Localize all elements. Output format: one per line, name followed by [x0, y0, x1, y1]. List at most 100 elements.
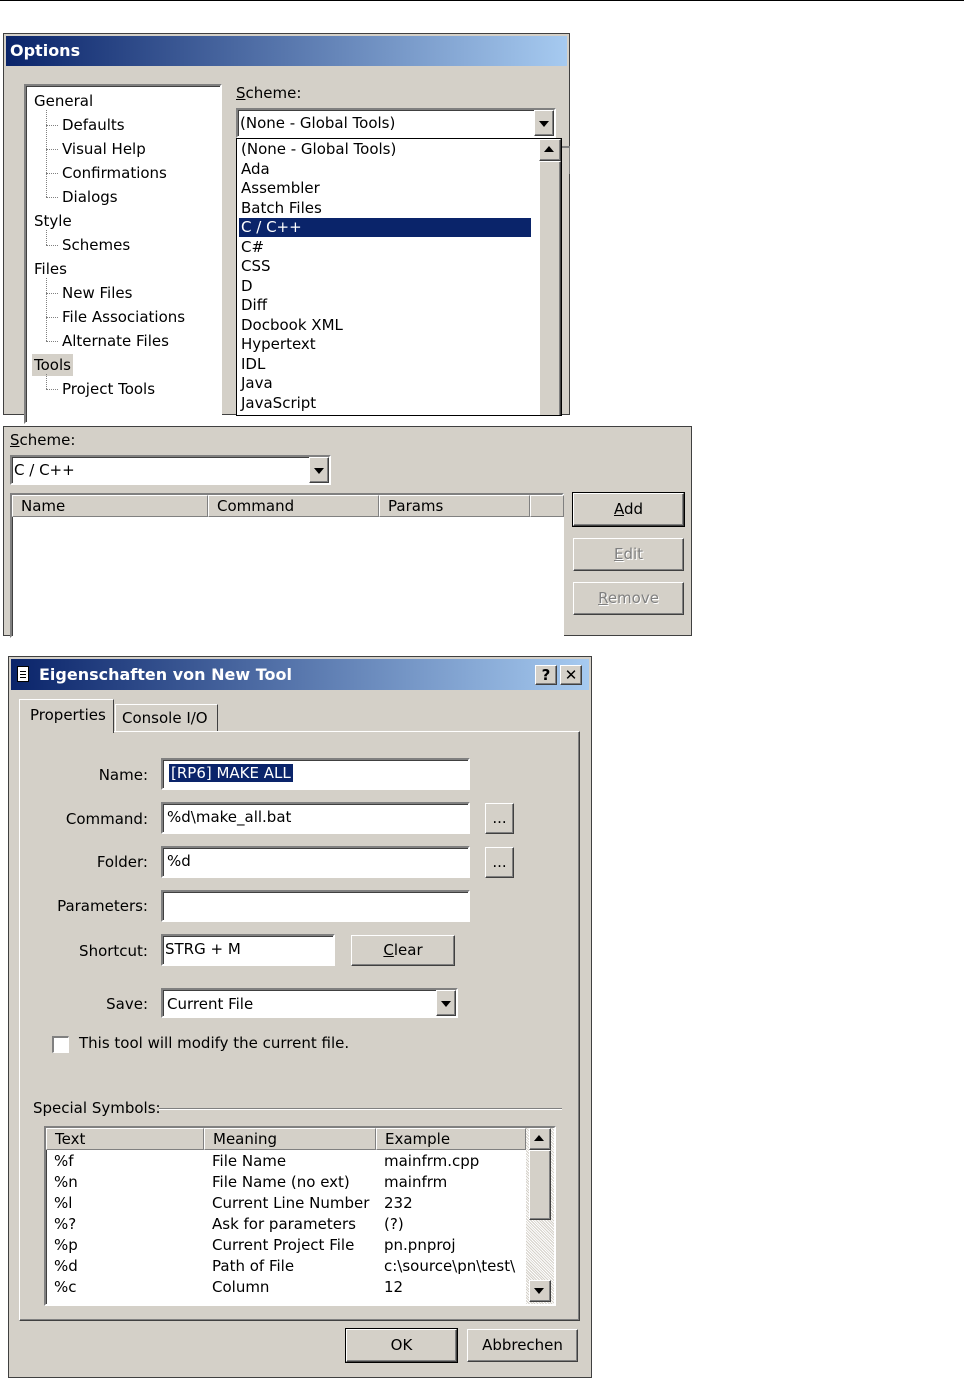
command-browse-button[interactable]: ... [485, 803, 514, 834]
modify-checkbox-label[interactable]: This tool will modify the current file. [79, 1034, 349, 1052]
scroll-thumb[interactable] [529, 1150, 551, 1220]
edit-button[interactable]: Edit [573, 538, 684, 571]
symbol-cell-meaning: Current Project File [212, 1236, 355, 1254]
remove-button[interactable]: Remove [573, 582, 684, 615]
tab-properties[interactable]: Properties [19, 699, 114, 733]
tree-connector [46, 278, 47, 341]
scheme-option[interactable]: Diff [239, 296, 531, 315]
tree-connector [46, 374, 47, 389]
scheme-option[interactable]: (None - Global Tools) [239, 140, 531, 159]
tree-item[interactable]: General [34, 90, 93, 112]
tree-connector [46, 341, 58, 342]
scroll-up-button[interactable] [539, 139, 561, 161]
tree-item[interactable]: Tools [32, 354, 73, 376]
options-scheme-combo[interactable]: (None - Global Tools) [236, 108, 556, 138]
command-label: Command: [65, 810, 148, 828]
tree-connector [46, 230, 47, 245]
tree-connector [46, 245, 58, 246]
options-titlebar[interactable]: Options [6, 36, 567, 66]
tab-console-io[interactable]: Console I/O [115, 704, 218, 732]
save-dropdown-button[interactable] [436, 990, 456, 1016]
document-icon [17, 666, 29, 682]
properties-titlebar[interactable]: Eigenschaften von New Tool ? ✕ [11, 659, 589, 690]
scroll-thumb[interactable] [539, 161, 561, 415]
special-symbols-divider [159, 1108, 562, 1110]
symbol-cell-meaning: Column [212, 1278, 270, 1296]
shortcut-value: STRG + M [165, 940, 241, 958]
tree-item[interactable]: Defaults [62, 114, 125, 136]
options-right-panel-edge-v [569, 146, 570, 174]
tree-item[interactable]: New Files [62, 282, 132, 304]
tools-list[interactable]: Name Command Params [10, 493, 564, 638]
name-value: [RP6] MAKE ALL [169, 764, 293, 782]
tree-item[interactable]: Confirmations [62, 162, 167, 184]
help-button[interactable]: ? [535, 665, 557, 685]
chevron-down-icon [441, 1001, 451, 1007]
symbol-cell-example: c:\source\pn\test\ [384, 1257, 516, 1275]
scheme-option[interactable]: C / C++ [239, 218, 531, 237]
folder-browse-button[interactable]: ... [485, 847, 514, 878]
tree-item[interactable]: Project Tools [62, 378, 155, 400]
scheme-option[interactable]: D [239, 277, 531, 296]
properties-tab-page: Name: [RP6] MAKE ALL Command: %d\make_al… [19, 731, 580, 1321]
close-button[interactable]: ✕ [560, 665, 582, 685]
command-field[interactable]: %d\make_all.bat [161, 802, 470, 834]
tree-item[interactable]: Visual Help [62, 138, 146, 160]
scheme-option[interactable]: Java [239, 374, 531, 393]
clear-button[interactable]: Clear [351, 935, 455, 966]
scheme-option[interactable]: IDL [239, 355, 531, 374]
options-scheme-dropdown-button[interactable] [534, 110, 554, 136]
shortcut-field[interactable]: STRG + M [161, 934, 335, 966]
scroll-down-button[interactable] [529, 1280, 551, 1302]
tree-item[interactable]: Style [34, 210, 72, 232]
scroll-up-button[interactable] [529, 1128, 551, 1150]
tree-item[interactable]: Files [34, 258, 67, 280]
folder-label: Folder: [96, 853, 148, 871]
symbols-header-meaning[interactable]: Meaning [204, 1128, 376, 1150]
options-tree[interactable]: General Defaults Visual Help Confirmations D… [24, 84, 222, 424]
scheme-option[interactable]: Ada [239, 160, 531, 179]
tree-connector [46, 173, 58, 174]
tree-connector [46, 125, 58, 126]
modify-checkbox[interactable] [52, 1036, 69, 1053]
tree-item[interactable]: Alternate Files [62, 330, 169, 352]
scheme-option[interactable]: Docbook XML [239, 316, 531, 335]
symbol-cell-text: %d [54, 1257, 78, 1275]
column-header-command[interactable]: Command [208, 495, 379, 517]
name-label: Name: [98, 766, 148, 784]
tools-scheme-dropdown-button[interactable] [309, 457, 329, 483]
options-scheme-listbox[interactable]: (None - Global Tools) Ada Assembler Batch F… [236, 138, 562, 416]
chevron-down-icon [314, 468, 324, 474]
symbol-cell-text: %f [54, 1152, 74, 1170]
column-header-name[interactable]: Name [12, 495, 208, 517]
parameters-field[interactable] [161, 890, 470, 922]
special-symbols-list[interactable]: Text Meaning Example %f File Name mainfrm.… [44, 1126, 556, 1306]
tree-item[interactable]: File Associations [62, 306, 185, 328]
tools-scheme-combo[interactable]: C / C++ [10, 455, 331, 485]
add-button[interactable]: Add [573, 493, 684, 526]
name-field[interactable]: [RP6] MAKE ALL [161, 758, 470, 790]
arrow-up-icon [544, 146, 554, 152]
symbols-header-text[interactable]: Text [46, 1128, 204, 1150]
tree-item[interactable]: Dialogs [62, 186, 118, 208]
save-combo[interactable]: Current File [161, 988, 458, 1018]
symbol-cell-meaning: Path of File [212, 1257, 295, 1275]
chevron-down-icon [539, 121, 549, 127]
symbols-scrollbar[interactable] [526, 1128, 554, 1304]
ok-button[interactable]: OK [346, 1329, 457, 1362]
scheme-option[interactable]: Hypertext [239, 335, 531, 354]
column-header-params[interactable]: Params [379, 495, 530, 517]
cancel-button[interactable]: Abbrechen [467, 1329, 578, 1362]
folder-field[interactable]: %d [161, 846, 470, 878]
symbols-header-example[interactable]: Example [376, 1128, 526, 1150]
scheme-list-scrollbar[interactable] [539, 139, 561, 415]
scheme-option[interactable]: CSS [239, 257, 531, 276]
scheme-option[interactable]: JavaScript [239, 394, 531, 413]
scheme-option[interactable]: C# [239, 238, 531, 257]
arrow-up-icon [534, 1135, 544, 1141]
scheme-option[interactable]: Assembler [239, 179, 531, 198]
scheme-option[interactable]: Batch Files [239, 199, 531, 218]
command-value: %d\make_all.bat [167, 808, 292, 826]
tree-item[interactable]: Schemes [62, 234, 130, 256]
symbol-cell-text: %p [54, 1236, 78, 1254]
